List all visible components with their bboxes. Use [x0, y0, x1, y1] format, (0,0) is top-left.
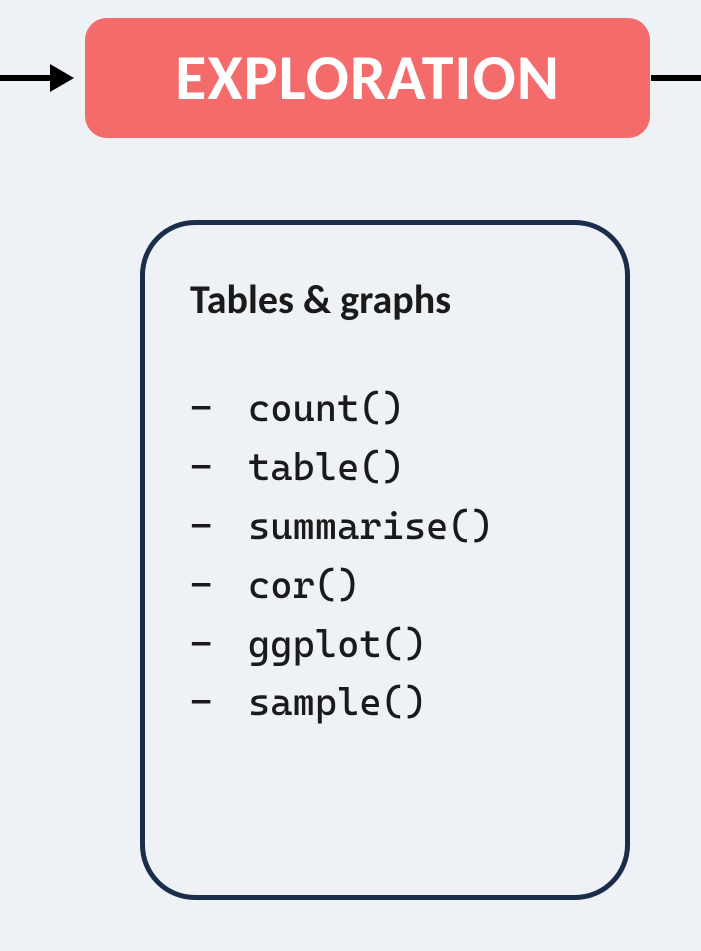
section-heading: Tables & graphs — [190, 275, 585, 324]
function-list: - count() - table() - summarise() - cor(… — [190, 379, 585, 732]
arrow-in-icon — [0, 75, 80, 81]
functions-panel: Tables & graphs - count() - table() - su… — [140, 220, 630, 900]
list-item: - cor() — [190, 556, 585, 615]
stage-header-box: EXPLORATION — [85, 18, 650, 138]
list-item: - summarise() — [190, 497, 585, 556]
function-name: sample() — [248, 673, 426, 732]
function-name: cor() — [248, 556, 359, 615]
bullet: - — [190, 379, 248, 438]
list-item: - table() — [190, 438, 585, 497]
function-name: table() — [248, 438, 404, 497]
bullet: - — [190, 438, 248, 497]
stage-title: EXPLORATION — [175, 39, 560, 117]
bullet: - — [190, 497, 248, 556]
function-name: count() — [248, 379, 404, 438]
bullet: - — [190, 556, 248, 615]
function-name: ggplot() — [248, 615, 426, 674]
list-item: - sample() — [190, 673, 585, 732]
bullet: - — [190, 673, 248, 732]
function-name: summarise() — [248, 497, 493, 556]
bullet: - — [190, 615, 248, 674]
list-item: - ggplot() — [190, 615, 585, 674]
arrow-out-icon — [651, 75, 701, 81]
list-item: - count() — [190, 379, 585, 438]
